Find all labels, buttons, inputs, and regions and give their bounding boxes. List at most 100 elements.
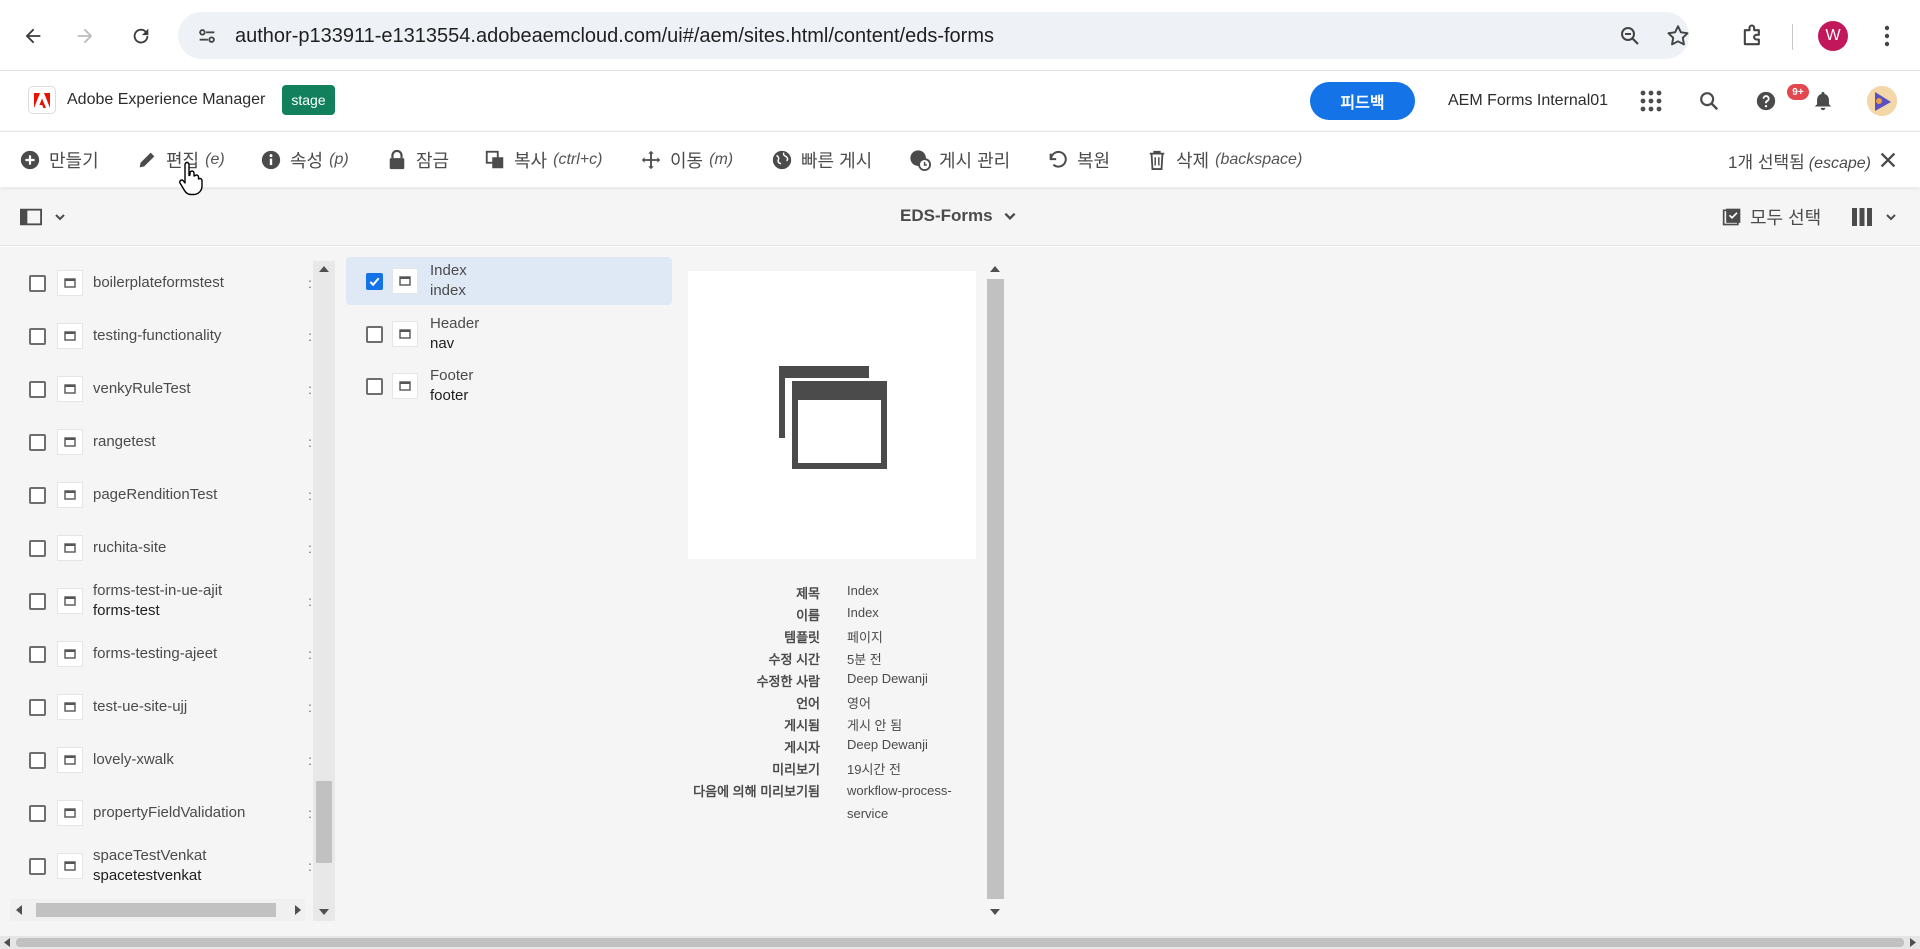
product-name[interactable]: Adobe Experience Manager	[67, 91, 265, 109]
list-item[interactable]: boilerplateformstest :	[0, 257, 313, 310]
item-checkbox[interactable]	[366, 326, 383, 343]
column-sites-horizontal-scrollbar[interactable]	[10, 899, 305, 921]
item-checkbox-checked[interactable]	[366, 273, 383, 290]
item-checkbox[interactable]	[29, 858, 46, 875]
scroll-up-icon[interactable]	[989, 264, 1001, 274]
adobe-logo-icon[interactable]	[28, 86, 56, 114]
select-all-button[interactable]: 모두 선택	[1722, 204, 1821, 230]
copy-shortcut: (ctrl+c)	[553, 151, 603, 168]
item-name: index	[430, 282, 466, 299]
item-checkbox[interactable]	[366, 378, 383, 395]
properties-button[interactable]: 속성 (p)	[260, 147, 349, 173]
list-item[interactable]: rangetest :	[0, 416, 313, 469]
list-item[interactable]: propertyFieldValidation :	[0, 787, 313, 840]
address-bar[interactable]: author-p133911-e1313554.adobeaemcloud.co…	[178, 12, 1689, 59]
rail-toggle-button[interactable]	[20, 205, 70, 229]
list-item[interactable]: ruchita-site :	[0, 522, 313, 575]
item-checkbox[interactable]	[29, 434, 46, 451]
copy-button[interactable]: 복사 (ctrl+c)	[484, 147, 602, 173]
bookmark-star-icon[interactable]	[1665, 23, 1691, 49]
feedback-button[interactable]: 피드백	[1310, 82, 1415, 120]
item-name: spacetestvenkat	[93, 867, 202, 884]
zoom-icon[interactable]	[1618, 24, 1642, 48]
list-item[interactable]: pageRenditionTest :	[0, 469, 313, 522]
item-checkbox[interactable]	[29, 487, 46, 504]
scrollbar-thumb[interactable]	[987, 279, 1004, 899]
notification-bell-icon[interactable]	[1810, 88, 1836, 114]
manage-publication-button[interactable]: 게시 관리	[909, 147, 1010, 173]
item-checkbox[interactable]	[29, 275, 46, 292]
back-icon[interactable]	[16, 19, 50, 53]
item-checkbox[interactable]	[29, 805, 46, 822]
restore-button[interactable]: 복원	[1047, 147, 1110, 173]
list-item[interactable]: venkyRuleTest :	[0, 363, 313, 416]
list-item[interactable]: lovely-xwalk :	[0, 734, 313, 787]
scroll-right-icon[interactable]	[1909, 938, 1917, 947]
properties-shortcut: (p)	[329, 151, 349, 168]
restore-label: 복원	[1077, 151, 1111, 171]
item-checkbox[interactable]	[29, 328, 46, 345]
lock-button[interactable]: 잠금	[386, 147, 449, 173]
detail-key: 다음에 의해 미리보기됨	[693, 784, 820, 799]
preview-scrollbar[interactable]	[984, 261, 1006, 921]
scroll-up-icon[interactable]	[318, 264, 330, 274]
apps-grid-icon[interactable]	[1638, 88, 1664, 114]
breadcrumb[interactable]: EDS-Forms	[900, 206, 1017, 226]
reload-icon[interactable]	[124, 19, 158, 53]
item-title: pageRenditionTest	[93, 486, 218, 503]
organization-switcher[interactable]: AEM Forms Internal01	[1448, 92, 1608, 110]
scroll-down-icon[interactable]	[989, 907, 1001, 917]
item-checkbox[interactable]	[29, 699, 46, 716]
list-item[interactable]: Index index	[346, 257, 672, 305]
detail-value: 게시 안 됨	[847, 718, 903, 733]
manage-publication-label: 게시 관리	[939, 151, 1011, 171]
page-horizontal-scrollbar[interactable]	[0, 936, 1920, 949]
delete-button[interactable]: 삭제 (backspace)	[1146, 147, 1302, 173]
item-checkbox[interactable]	[29, 593, 46, 610]
item-checkbox[interactable]	[29, 646, 46, 663]
url-text[interactable]: author-p133911-e1313554.adobeaemcloud.co…	[235, 25, 994, 48]
extensions-icon[interactable]	[1739, 22, 1767, 50]
close-selection-icon[interactable]	[1877, 149, 1899, 171]
page-icon	[57, 853, 83, 879]
truncation-mark: :	[308, 275, 312, 291]
list-item[interactable]: Footer footer	[346, 362, 672, 410]
column-sites-scrollbar[interactable]	[313, 261, 335, 921]
detail-value: Index	[847, 583, 879, 598]
quick-publish-button[interactable]: 빠른 게시	[771, 147, 872, 173]
item-checkbox[interactable]	[29, 752, 46, 769]
quick-publish-label: 빠른 게시	[801, 151, 873, 171]
item-checkbox[interactable]	[29, 540, 46, 557]
profile-avatar[interactable]: W	[1818, 21, 1848, 51]
scroll-left-icon[interactable]	[3, 938, 11, 947]
scrollbar-thumb[interactable]	[16, 938, 1904, 947]
detail-row: 미리보기 19시간 전	[640, 759, 980, 781]
user-avatar[interactable]	[1867, 86, 1897, 116]
list-item[interactable]: Header nav	[346, 310, 672, 358]
list-item[interactable]: test-ue-site-ujj :	[0, 681, 313, 734]
page-icon	[57, 588, 83, 614]
list-item[interactable]: forms-testing-ajeet :	[0, 628, 313, 681]
detail-value: Deep Dewanji	[847, 671, 928, 686]
scroll-down-icon[interactable]	[318, 907, 330, 917]
detail-key: 언어	[796, 696, 820, 711]
view-switcher[interactable]	[1851, 205, 1903, 229]
scrollbar-thumb[interactable]	[36, 903, 276, 917]
list-item[interactable]: testing-functionality :	[0, 310, 313, 363]
scrollbar-thumb[interactable]	[316, 781, 332, 863]
forward-icon[interactable]	[68, 19, 102, 53]
browser-menu-icon[interactable]	[1874, 21, 1900, 51]
list-item[interactable]: spaceTestVenkat spacetestvenkat :	[0, 840, 313, 893]
truncation-mark: :	[308, 752, 312, 768]
move-button[interactable]: 이동 (m)	[640, 147, 733, 173]
item-checkbox[interactable]	[29, 381, 46, 398]
search-icon[interactable]	[1696, 88, 1722, 114]
create-button[interactable]: 만들기	[19, 147, 99, 173]
move-icon	[640, 149, 662, 171]
help-icon[interactable]	[1753, 88, 1779, 114]
list-item[interactable]: forms-test-in-ue-ajit forms-test :	[0, 575, 313, 628]
page-icon	[57, 694, 83, 720]
scroll-right-icon[interactable]	[293, 904, 303, 916]
scroll-left-icon[interactable]	[14, 904, 24, 916]
site-settings-icon[interactable]	[196, 25, 218, 47]
